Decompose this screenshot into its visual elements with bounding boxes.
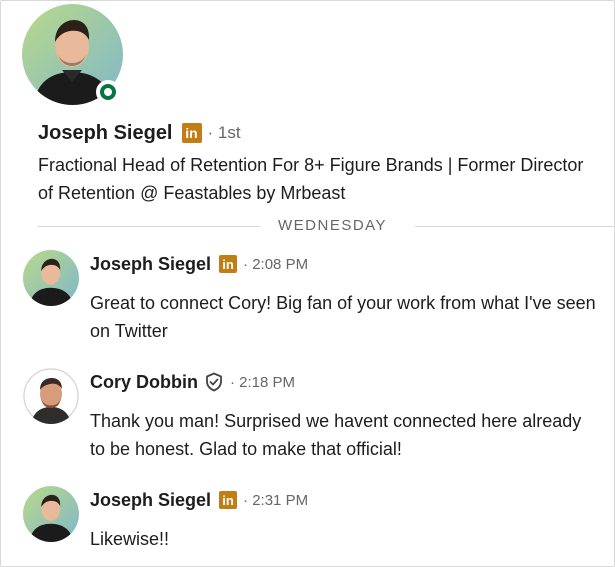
sender-name[interactable]: Joseph Siegel — [90, 490, 211, 511]
shield-check-icon — [204, 372, 224, 392]
message-header: Joseph Siegel in · 2:31 PM — [90, 489, 308, 511]
sender-name[interactable]: Cory Dobbin — [90, 372, 198, 393]
linkedin-premium-icon: in — [181, 123, 202, 143]
connection-degree: · 1st — [207, 123, 241, 142]
online-status-icon — [96, 80, 120, 104]
divider-line-left — [38, 226, 260, 227]
sender-name[interactable]: Joseph Siegel — [90, 254, 211, 275]
sender-avatar[interactable] — [23, 368, 79, 424]
sender-avatar[interactable] — [23, 486, 79, 542]
sender-avatar[interactable] — [23, 250, 79, 306]
message-timestamp: · 2:08 PM — [243, 255, 309, 273]
linkedin-premium-icon: in — [219, 255, 238, 273]
message-text: Likewise!! — [90, 529, 170, 549]
conversation-panel: Joseph Siegel in · 1st Fractional Head o… — [0, 0, 615, 567]
profile-headline: Fractional Head of Retention For 8+ Figu… — [38, 155, 584, 203]
divider-line-right — [415, 226, 615, 227]
message-header: Cory Dobbin · 2:18 PM — [90, 371, 295, 393]
message-text: Thank you man! Surprised we havent conne… — [90, 411, 582, 459]
date-divider: WEDNESDAY — [38, 216, 615, 236]
message-timestamp: · 2:31 PM — [243, 491, 309, 509]
message-timestamp: · 2:18 PM — [230, 373, 296, 391]
linkedin-premium-icon: in — [219, 491, 238, 509]
message-header: Joseph Siegel in · 2:08 PM — [90, 253, 308, 275]
divider-label: WEDNESDAY — [278, 217, 388, 234]
profile-name-row: Joseph Siegel in · 1st — [38, 121, 241, 145]
message-text: Great to connect Cory! Big fan of your w… — [90, 293, 596, 341]
profile-name[interactable]: Joseph Siegel — [38, 122, 173, 145]
